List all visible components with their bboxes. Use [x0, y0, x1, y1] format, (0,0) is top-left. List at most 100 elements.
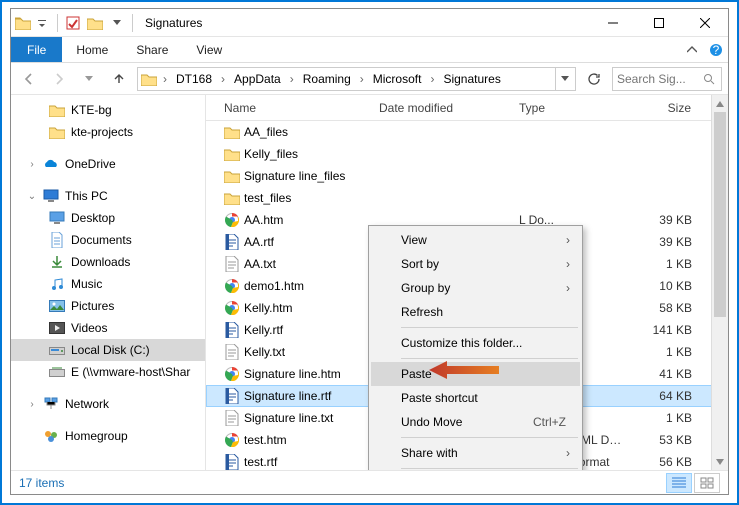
file-size: 58 KB: [628, 301, 698, 315]
chevron-right-icon: ›: [566, 281, 570, 295]
chevron-right-icon[interactable]: ›: [285, 72, 299, 86]
scroll-thumb[interactable]: [714, 112, 726, 317]
menu-paste-shortcut[interactable]: Paste shortcut: [371, 386, 580, 410]
vertical-scrollbar[interactable]: [711, 95, 728, 470]
nav-folder[interactable]: KTE-bg: [11, 99, 205, 121]
nav-network[interactable]: ›Network: [11, 393, 205, 415]
ribbon-expand-button[interactable]: [680, 37, 704, 62]
chevron-down-icon[interactable]: ⌄: [27, 191, 37, 202]
menu-undo[interactable]: Undo MoveCtrl+Z: [371, 410, 580, 434]
file-name: AA.htm: [244, 213, 283, 227]
tab-view[interactable]: View: [182, 37, 236, 62]
nav-localdisk[interactable]: Local Disk (C:): [11, 339, 205, 361]
file-row[interactable]: test_files: [206, 187, 728, 209]
nav-label: kte-projects: [71, 125, 133, 139]
folder-icon: [224, 190, 240, 206]
nav-music[interactable]: Music: [11, 273, 205, 295]
chevron-right-icon: ›: [566, 257, 570, 271]
nav-label: OneDrive: [65, 157, 116, 171]
breadcrumb[interactable]: › DT168 › AppData › Roaming › Microsoft …: [137, 67, 576, 91]
file-name: Signature line.rtf: [244, 389, 331, 403]
help-button[interactable]: ?: [704, 37, 728, 62]
menu-sortby[interactable]: Sort by›: [371, 252, 580, 276]
menu-refresh[interactable]: Refresh: [371, 300, 580, 324]
search-input[interactable]: [617, 72, 697, 86]
nav-pictures[interactable]: Pictures: [11, 295, 205, 317]
file-name: Signature line.txt: [244, 411, 333, 425]
file-size: 1 KB: [628, 345, 698, 359]
file-tab[interactable]: File: [11, 37, 62, 62]
file-name: Kelly.rtf: [244, 323, 283, 337]
svg-text:?: ?: [713, 43, 720, 57]
view-icons-button[interactable]: [694, 473, 720, 493]
menu-accelerator: Ctrl+Z: [533, 415, 566, 429]
file-row[interactable]: AA_files: [206, 121, 728, 143]
nav-networkdrive[interactable]: E (\\vmware-host\Shar: [11, 361, 205, 383]
column-size[interactable]: Size: [628, 95, 698, 120]
nav-back-button[interactable]: [17, 67, 41, 91]
file-row[interactable]: Kelly_files: [206, 143, 728, 165]
nav-desktop[interactable]: Desktop: [11, 207, 205, 229]
column-name[interactable]: Name: [218, 95, 373, 120]
folder-icon: [224, 168, 240, 184]
maximize-button[interactable]: [636, 9, 682, 37]
scroll-track[interactable]: [712, 112, 728, 453]
chevron-right-icon[interactable]: ›: [216, 72, 230, 86]
minimize-button[interactable]: [590, 9, 636, 37]
nav-homegroup[interactable]: Homegroup: [11, 425, 205, 447]
file-size: 56 KB: [628, 455, 698, 469]
nav-folder[interactable]: kte-projects: [11, 121, 205, 143]
chevron-right-icon[interactable]: ›: [355, 72, 369, 86]
qat-properties-icon[interactable]: [62, 12, 84, 34]
search-box[interactable]: [612, 67, 722, 91]
nav-up-button[interactable]: [107, 67, 131, 91]
chevron-right-icon[interactable]: ›: [158, 72, 172, 86]
nav-recent-dropdown[interactable]: [77, 67, 101, 91]
scroll-up-button[interactable]: [712, 95, 728, 112]
qat-newfolder-icon[interactable]: [84, 12, 106, 34]
breadcrumb-segment[interactable]: Roaming: [299, 68, 355, 90]
file-size: 1 KB: [628, 257, 698, 271]
column-type[interactable]: Type: [513, 95, 628, 120]
tab-home[interactable]: Home: [62, 37, 122, 62]
chevron-right-icon[interactable]: ›: [425, 72, 439, 86]
breadcrumb-segment[interactable]: DT168: [172, 68, 216, 90]
refresh-button[interactable]: [582, 67, 606, 91]
menu-view[interactable]: View›: [371, 228, 580, 252]
file-name: Kelly.txt: [244, 345, 285, 359]
close-button[interactable]: [682, 9, 728, 37]
breadcrumb-history-dropdown[interactable]: [555, 68, 573, 90]
chevron-right-icon[interactable]: ›: [27, 159, 37, 170]
file-row[interactable]: Signature line_files: [206, 165, 728, 187]
nav-downloads[interactable]: Downloads: [11, 251, 205, 273]
breadcrumb-segment[interactable]: Microsoft: [369, 68, 426, 90]
menu-groupby[interactable]: Group by›: [371, 276, 580, 300]
breadcrumb-segment[interactable]: AppData: [230, 68, 285, 90]
nav-forward-button[interactable]: [47, 67, 71, 91]
pc-icon: [43, 188, 59, 204]
documents-icon: [49, 232, 65, 248]
tab-share[interactable]: Share: [122, 37, 182, 62]
menu-label: Refresh: [401, 305, 443, 319]
nav-onedrive[interactable]: › OneDrive: [11, 153, 205, 175]
file-name: AA_files: [244, 125, 288, 139]
nav-label: Local Disk (C:): [71, 343, 150, 357]
view-details-button[interactable]: [666, 473, 692, 493]
column-date[interactable]: Date modified: [373, 95, 513, 120]
menu-sharewith[interactable]: Share with›: [371, 441, 580, 465]
menu-paste[interactable]: Paste: [371, 362, 580, 386]
qat-dropdown[interactable]: [31, 12, 53, 34]
item-count: 17 items: [19, 476, 64, 490]
rtf-icon: [224, 388, 240, 404]
menu-customize[interactable]: Customize this folder...: [371, 331, 580, 355]
qat-customize-dropdown[interactable]: [106, 12, 128, 34]
chevron-right-icon[interactable]: ›: [27, 399, 37, 410]
nav-thispc[interactable]: ⌄This PC: [11, 185, 205, 207]
nav-videos[interactable]: Videos: [11, 317, 205, 339]
nav-label: Videos: [71, 321, 107, 335]
navigation-pane[interactable]: KTE-bg kte-projects › OneDrive ⌄This PC D…: [11, 95, 206, 470]
nav-label: E (\\vmware-host\Shar: [71, 365, 190, 379]
nav-documents[interactable]: Documents: [11, 229, 205, 251]
scroll-down-button[interactable]: [712, 453, 728, 470]
breadcrumb-segment[interactable]: Signatures: [439, 68, 504, 90]
